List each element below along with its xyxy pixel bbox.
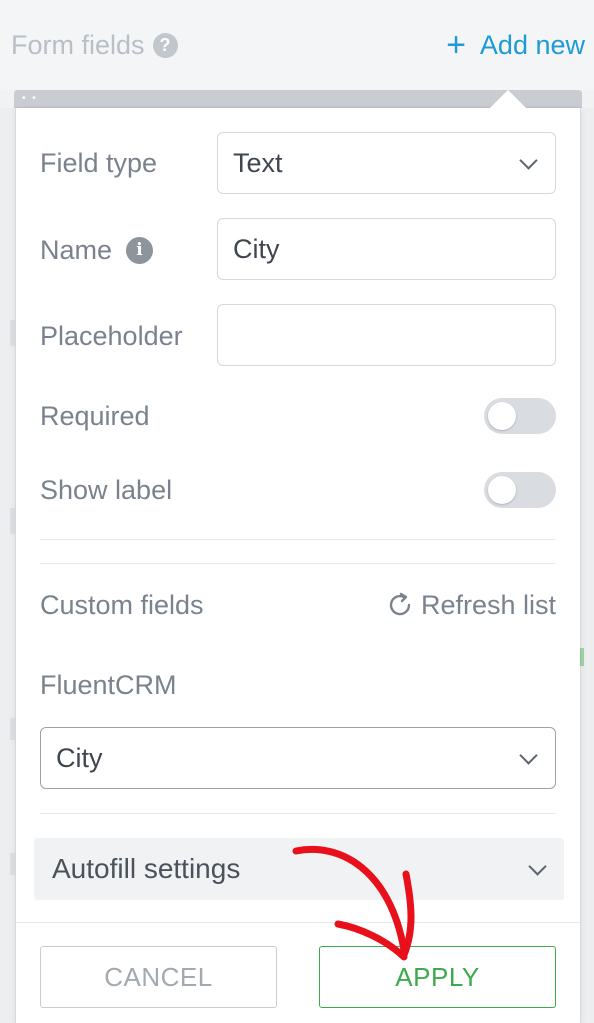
form-fields-header: Form fields ? + Add new [0,0,594,90]
plus-icon: + [446,26,466,64]
apply-button[interactable]: APPLY [319,946,556,1008]
chevron-down-icon [519,745,538,765]
form-fields-title: Form fields ? [11,30,178,61]
background-mark [10,320,15,346]
show-label-toggle[interactable] [484,472,556,508]
field-type-select[interactable]: Text [217,132,556,194]
fluentcrm-value: City [56,742,103,773]
form-fields-title-text: Form fields [11,30,145,60]
add-new-button[interactable]: + Add new [446,28,585,62]
background-mark [580,648,584,666]
background-right-edge [580,108,594,1023]
fluentcrm-row: FluentCRM [40,667,177,703]
cancel-button[interactable]: CANCEL [40,946,277,1008]
placeholder-label: Placeholder [40,320,183,351]
chevron-down-icon [528,856,547,876]
name-input[interactable]: City [217,218,556,280]
background-mark [10,718,15,740]
info-icon[interactable]: i [126,236,154,264]
popover-notch [490,90,526,108]
name-input-value: City [233,233,280,264]
field-type-row: Field type [40,145,157,181]
custom-fields-row: Custom fields [40,587,204,623]
autofill-settings-label: Autofill settings [52,853,241,884]
section-divider [40,563,556,564]
section-divider [40,539,556,540]
toggle-knob [488,402,516,430]
section-divider [40,813,556,814]
name-label: Name [40,234,113,265]
add-new-label: Add new [479,29,585,60]
placeholder-row: Placeholder [40,318,183,354]
field-type-label: Field type [40,147,158,178]
help-icon[interactable]: ? [152,33,178,58]
autofill-settings-toggle[interactable]: Autofill settings [34,838,564,900]
drag-handle-icon: • • [22,93,38,104]
placeholder-input[interactable] [217,304,556,366]
field-settings-popover: Field type Text Name i City Placeholder … [16,90,580,1023]
show-label-row: Show label [40,472,172,508]
background-mark [10,853,15,875]
refresh-list-label: Refresh list [420,589,556,620]
required-row: Required [40,398,150,434]
toggle-knob [488,476,516,504]
required-toggle[interactable] [484,398,556,434]
show-label-label: Show label [40,474,173,505]
refresh-icon [389,592,411,616]
chevron-down-icon [519,150,538,170]
field-type-value: Text [233,147,283,178]
fluentcrm-select[interactable]: City [40,727,556,789]
refresh-list-button[interactable]: Refresh list [385,587,556,623]
custom-fields-label: Custom fields [40,589,204,620]
name-row: Name i [40,232,154,268]
background-mark [10,508,15,534]
background-left-edge [0,108,16,1023]
fluentcrm-label: FluentCRM [40,669,177,700]
footer-divider [16,922,580,923]
required-label: Required [40,400,150,431]
